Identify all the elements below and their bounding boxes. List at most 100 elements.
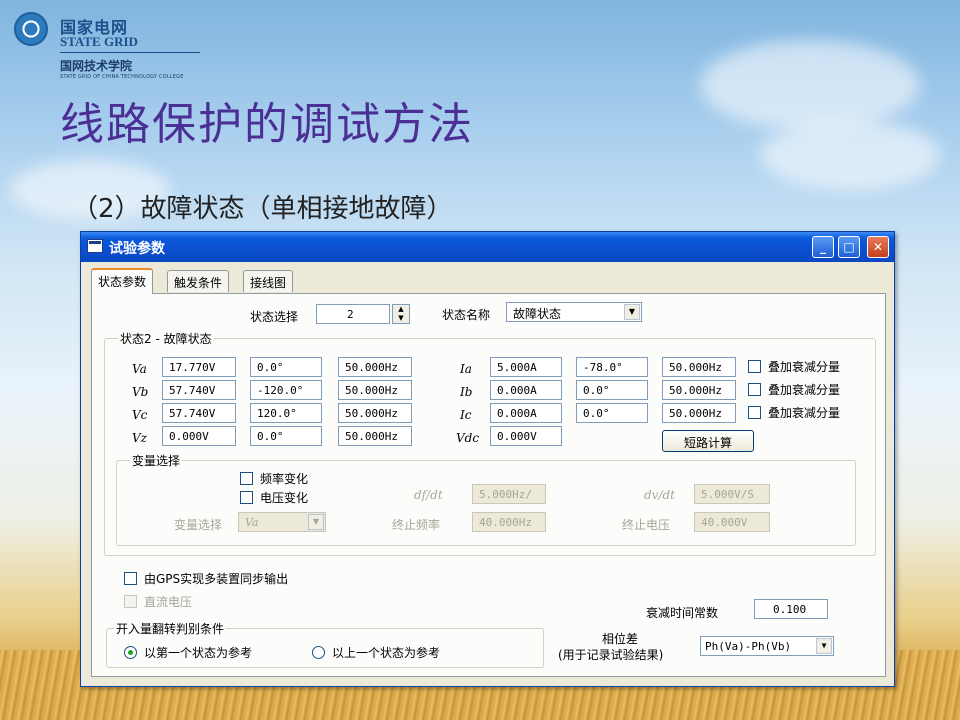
ib-decay-checkbox[interactable] — [748, 383, 761, 396]
company-name-en: STATE GRID — [60, 34, 138, 49]
ia-decay-label: 叠加衰减分量 — [768, 360, 841, 374]
state-name-value: 故障状态 — [513, 307, 562, 321]
cloud-decoration — [760, 120, 940, 190]
ib-frequency[interactable]: 50.000Hz — [662, 380, 736, 400]
college-name-en: STATE GRID OF CHINA TECHNOLOGY COLLEGE — [60, 74, 184, 80]
var-select-combo[interactable]: Va ▼ — [238, 512, 326, 532]
ia-amplitude[interactable]: 5.000A — [490, 357, 562, 377]
state-select-input[interactable]: 2 — [316, 304, 390, 324]
ic-decay-checkbox[interactable] — [748, 406, 761, 419]
chevron-down-icon[interactable]: ▼ — [624, 304, 640, 320]
vdc-label: Vdc — [456, 431, 480, 445]
state-select-label: 状态选择 — [250, 310, 299, 324]
ic-angle[interactable]: 0.0° — [576, 403, 648, 423]
ia-label: Ia — [460, 362, 472, 376]
vc-frequency[interactable]: 50.000Hz — [338, 403, 412, 423]
ic-frequency[interactable]: 50.000Hz — [662, 403, 736, 423]
maximize-button[interactable]: □ — [838, 236, 860, 258]
close-button[interactable]: ✕ — [867, 236, 889, 258]
chevron-down-icon[interactable]: ▼ — [816, 638, 832, 654]
vz-frequency[interactable]: 50.000Hz — [338, 426, 412, 446]
state-select-spinner[interactable]: ▲ ▼ — [392, 304, 410, 324]
window-app-icon — [87, 239, 103, 253]
tab-wiring-diagram[interactable]: 接线图 — [243, 270, 294, 292]
va-frequency[interactable]: 50.000Hz — [338, 357, 412, 377]
freq-change-label: 频率变化 — [260, 472, 309, 486]
slide-subtitle: （2）故障状态（单相接地故障） — [72, 194, 453, 224]
dc-voltage-label: 直流电压 — [144, 595, 193, 609]
vc-angle[interactable]: 120.0° — [250, 403, 322, 423]
state-name-label: 状态名称 — [442, 308, 491, 322]
vc-amplitude[interactable]: 57.740V — [162, 403, 236, 423]
state-params-panel: 状态选择 2 ▲ ▼ 状态名称 故障状态 ▼ 状态2 - 故障状态 Va 17.… — [91, 293, 886, 677]
decay-time-label: 衰减时间常数 — [646, 606, 719, 620]
window-titlebar[interactable]: 试验参数 _ □ ✕ — [81, 232, 894, 262]
gps-sync-checkbox[interactable] — [124, 572, 137, 585]
va-amplitude[interactable]: 17.770V — [162, 357, 236, 377]
phase-diff-label: 相位差 — [602, 632, 639, 646]
short-circuit-calc-button[interactable]: 短路计算 — [662, 430, 754, 452]
dv-dt-label: dv/dt — [644, 488, 676, 502]
end-freq-label: 终止频率 — [392, 518, 441, 532]
ref-first-state-radio[interactable] — [124, 646, 137, 659]
phase-diff-sublabel: (用于记录试验结果) — [558, 648, 664, 662]
end-freq-input[interactable]: 40.000Hz — [472, 512, 546, 532]
va-label: Va — [132, 362, 147, 376]
vdc-input[interactable]: 0.000V — [490, 426, 562, 446]
vb-label: Vb — [132, 385, 149, 399]
state-group-title: 状态2 - 故障状态 — [118, 330, 214, 347]
switch-condition-title: 开入量翻转判别条件 — [114, 620, 227, 637]
vc-label: Vc — [132, 408, 148, 422]
ia-angle[interactable]: -78.0° — [576, 357, 648, 377]
ib-amplitude[interactable]: 0.000A — [490, 380, 562, 400]
volt-change-label: 电压变化 — [260, 491, 309, 505]
volt-change-checkbox[interactable] — [240, 491, 253, 504]
ref-first-state-label: 以第一个状态为参考 — [144, 646, 253, 660]
ia-decay-checkbox[interactable] — [748, 360, 761, 373]
tab-trigger-conditions[interactable]: 触发条件 — [167, 270, 230, 292]
ib-angle[interactable]: 0.0° — [576, 380, 648, 400]
vz-label: Vz — [132, 431, 147, 445]
state-name-select[interactable]: 故障状态 ▼ — [506, 302, 642, 322]
ref-prev-state-radio[interactable] — [312, 646, 325, 659]
college-name-cn: 国网技术学院 — [60, 59, 133, 73]
var-select-value: Va — [245, 516, 259, 529]
chevron-down-icon[interactable]: ▼ — [308, 514, 324, 530]
tab-state-params[interactable]: 状态参数 — [91, 268, 154, 294]
va-angle[interactable]: 0.0° — [250, 357, 322, 377]
ib-decay-label: 叠加衰减分量 — [768, 383, 841, 397]
test-parameters-window: 试验参数 _ □ ✕ 状态参数 触发条件 接线图 状态选择 2 ▲ ▼ 状态名称… — [80, 231, 895, 687]
ic-amplitude[interactable]: 0.000A — [490, 403, 562, 423]
vb-amplitude[interactable]: 57.740V — [162, 380, 236, 400]
freq-change-checkbox[interactable] — [240, 472, 253, 485]
cloud-decoration — [700, 40, 920, 130]
vz-angle[interactable]: 0.0° — [250, 426, 322, 446]
end-volt-input[interactable]: 40.000V — [694, 512, 770, 532]
window-title: 试验参数 — [109, 241, 165, 257]
spin-down-icon[interactable]: ▼ — [393, 314, 409, 323]
variable-group-title: 变量选择 — [130, 452, 183, 469]
df-dt-label: df/dt — [414, 488, 443, 502]
minimize-button[interactable]: _ — [812, 236, 834, 258]
phase-diff-value: Ph(Va)-Ph(Vb) — [705, 640, 792, 653]
vz-amplitude[interactable]: 0.000V — [162, 426, 236, 446]
ia-frequency[interactable]: 50.000Hz — [662, 357, 736, 377]
vb-frequency[interactable]: 50.000Hz — [338, 380, 412, 400]
ic-label: Ic — [460, 408, 472, 422]
slide-title: 线路保护的调试方法 — [60, 99, 474, 150]
phase-diff-select[interactable]: Ph(Va)-Ph(Vb) ▼ — [700, 636, 834, 656]
ib-label: Ib — [460, 385, 473, 399]
state-grid-emblem-icon — [14, 12, 48, 46]
ic-decay-label: 叠加衰减分量 — [768, 406, 841, 420]
dv-dt-input[interactable]: 5.000V/S — [694, 484, 770, 504]
gps-sync-label: 由GPS实现多装置同步输出 — [144, 572, 289, 586]
decay-time-input[interactable]: 0.100 — [754, 599, 828, 619]
vb-angle[interactable]: -120.0° — [250, 380, 322, 400]
logo-divider — [60, 52, 200, 53]
ref-prev-state-label: 以上一个状态为参考 — [332, 646, 441, 660]
dc-voltage-checkbox[interactable] — [124, 595, 137, 608]
spin-up-icon[interactable]: ▲ — [393, 305, 409, 314]
end-volt-label: 终止电压 — [622, 518, 671, 532]
var-select-label: 变量选择 — [174, 518, 223, 532]
df-dt-input[interactable]: 5.000Hz/ — [472, 484, 546, 504]
